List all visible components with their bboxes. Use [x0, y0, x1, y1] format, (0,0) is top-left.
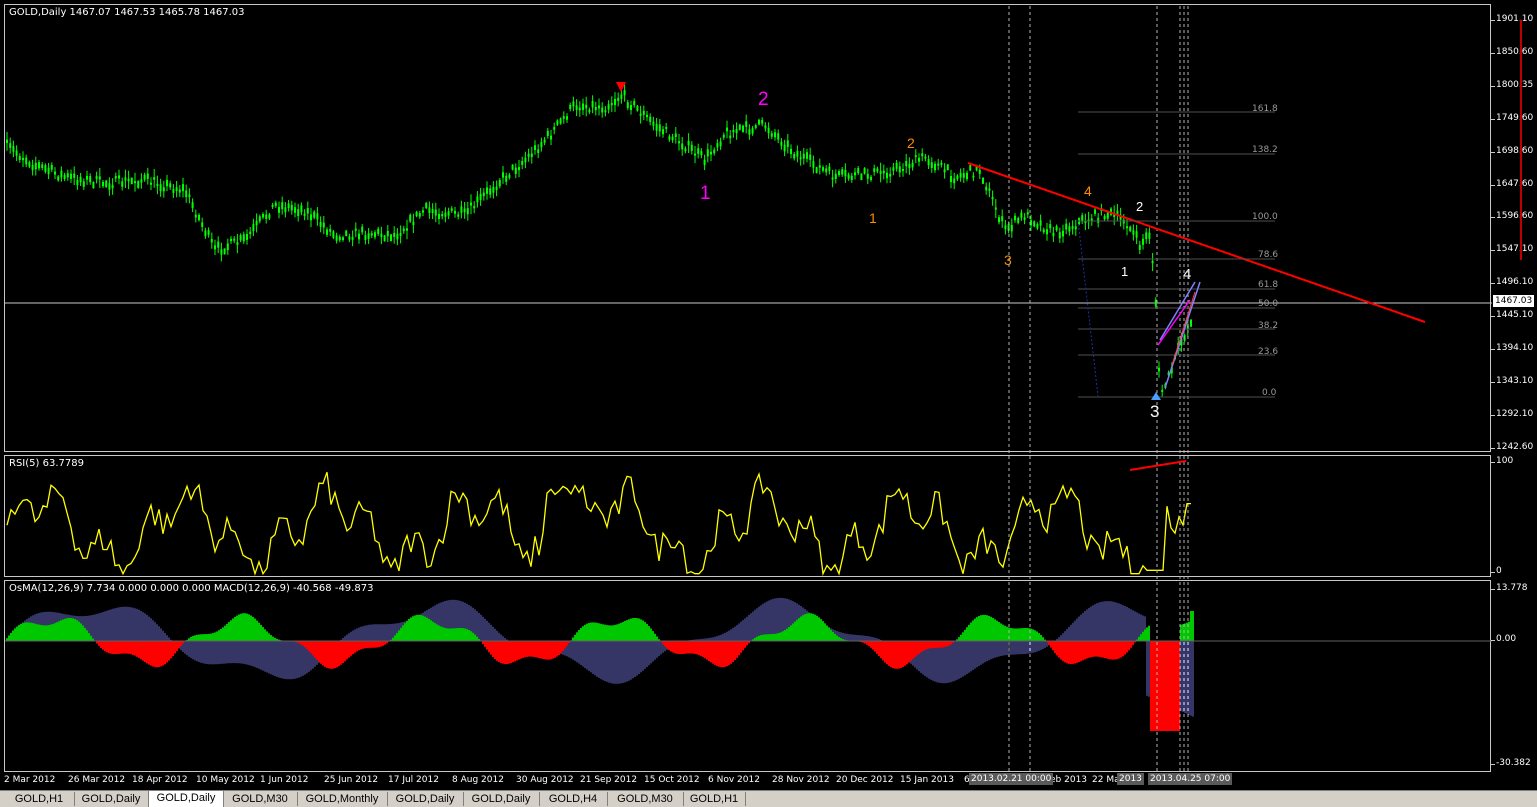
tab-gold-daily[interactable]: GOLD,Daily: [463, 792, 540, 806]
tab-gold-h1[interactable]: GOLD,H1: [683, 792, 746, 806]
tab-gold-h1[interactable]: GOLD,H1: [4, 792, 75, 806]
chart-tab-bar: GOLD,H1 GOLD,Daily GOLD,Daily GOLD,M30 G…: [0, 790, 1537, 807]
trend-line: [967, 162, 1426, 323]
buy-arrow-icon: [1151, 392, 1161, 400]
chart-overlay: [616, 6, 1426, 772]
sell-arrow-icon: [616, 82, 626, 92]
rsi-trend-line: [1129, 460, 1187, 471]
tab-gold-m30[interactable]: GOLD,M30: [223, 792, 298, 806]
tab-gold-h4[interactable]: GOLD,H4: [539, 792, 608, 806]
channel-line: [1164, 281, 1201, 389]
tab-gold-m30[interactable]: GOLD,M30: [607, 792, 684, 806]
tab-gold-daily[interactable]: GOLD,Daily: [74, 792, 149, 806]
tab-gold-daily[interactable]: GOLD,Daily: [387, 792, 464, 806]
tab-gold-monthly[interactable]: GOLD,Monthly: [297, 792, 388, 806]
tab-gold-daily-active[interactable]: GOLD,Daily: [148, 790, 224, 807]
chart-window[interactable]: GOLD,Daily 1467.07 1467.53 1465.78 1467.…: [0, 0, 1537, 790]
